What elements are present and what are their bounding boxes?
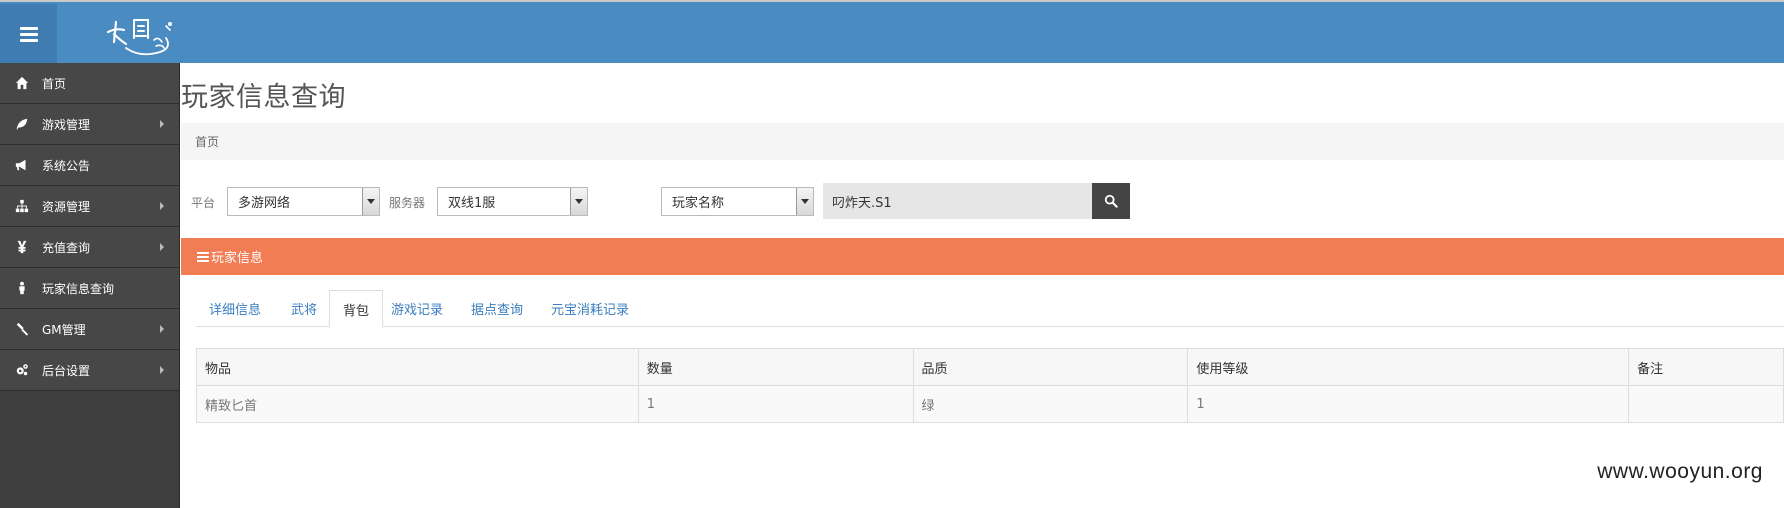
menu-toggle-button[interactable] bbox=[0, 4, 57, 63]
player-info-panel-header: 玩家信息 bbox=[181, 238, 1784, 275]
sidebar-item-gm-management[interactable]: GM管理 bbox=[0, 309, 179, 350]
main-content: 玩家信息查询 首页 平台 多游网络 服务器 双线1服 玩家名称 叼炸天.S1 玩… bbox=[181, 63, 1784, 508]
backpack-table: 物品 数量 品质 使用等级 备注 精致匕首 1 绿 1 bbox=[196, 348, 1784, 423]
calligraphy-logo-icon bbox=[106, 19, 172, 56]
yen-icon bbox=[14, 239, 30, 255]
chevron-right-icon bbox=[160, 120, 164, 128]
column-header: 使用等级 bbox=[1187, 348, 1630, 386]
platform-label: 平台 bbox=[191, 196, 216, 210]
tab-ingot-consumption[interactable]: 元宝消耗记录 bbox=[538, 290, 642, 327]
breadcrumb-home-link[interactable]: 首页 bbox=[195, 133, 219, 150]
sidebar-item-label: 资源管理 bbox=[42, 199, 91, 214]
sidebar-item-game-management[interactable]: 游戏管理 bbox=[0, 104, 179, 145]
table-cell-notes bbox=[1628, 385, 1784, 423]
tab-details[interactable]: 详细信息 bbox=[196, 290, 274, 327]
query-type-select-value: 玩家名称 bbox=[672, 196, 725, 211]
sidebar-item-recharge-query[interactable]: 充值查询 bbox=[0, 227, 179, 268]
player-info-tabs: 详细信息 武将 背包 游戏记录 据点查询 元宝消耗记录 bbox=[196, 290, 1784, 328]
sidebar-item-label: 玩家信息查询 bbox=[42, 281, 115, 296]
table-cell-item: 精致匕首 bbox=[196, 385, 639, 423]
column-header: 备注 bbox=[1628, 348, 1784, 386]
dropdown-arrow-icon[interactable] bbox=[362, 188, 379, 215]
gears-icon bbox=[14, 362, 30, 378]
sidebar-item-resource-management[interactable]: 资源管理 bbox=[0, 186, 179, 227]
dropdown-arrow-icon[interactable] bbox=[796, 188, 813, 215]
query-type-select[interactable]: 玩家名称 bbox=[661, 187, 814, 216]
sidebar: 首页 游戏管理 系统公告 资源管理 充值查询 玩家信息查询 GM管理 后台设置 bbox=[0, 63, 180, 508]
sidebar-item-home[interactable]: 首页 bbox=[0, 63, 179, 104]
server-label: 服务器 bbox=[389, 196, 426, 210]
breadcrumb: 首页 bbox=[181, 123, 1784, 160]
sidebar-item-player-info[interactable]: 玩家信息查询 bbox=[0, 268, 179, 309]
platform-select[interactable]: 多游网络 bbox=[227, 187, 380, 216]
column-header: 品质 bbox=[912, 348, 1189, 386]
tab-generals[interactable]: 武将 bbox=[278, 290, 330, 327]
server-select[interactable]: 双线1服 bbox=[437, 187, 588, 216]
server-select-value: 双线1服 bbox=[448, 196, 496, 211]
home-icon bbox=[14, 75, 30, 91]
table-cell-level: 1 bbox=[1187, 385, 1630, 423]
panel-title: 玩家信息 bbox=[211, 251, 264, 266]
sidebar-item-announcements[interactable]: 系统公告 bbox=[0, 145, 179, 186]
platform-select-value: 多游网络 bbox=[238, 196, 291, 211]
gavel-icon bbox=[14, 321, 30, 337]
watermark: www.wooyun.org bbox=[1597, 460, 1763, 483]
tab-stronghold-query[interactable]: 据点查询 bbox=[458, 290, 536, 327]
sidebar-item-label: 系统公告 bbox=[42, 158, 91, 173]
tab-game-records[interactable]: 游戏记录 bbox=[378, 290, 456, 327]
top-bar bbox=[0, 0, 1784, 63]
page-title: 玩家信息查询 bbox=[181, 82, 346, 113]
chevron-right-icon bbox=[160, 325, 164, 333]
user-icon bbox=[14, 280, 30, 296]
leaf-icon bbox=[14, 116, 30, 132]
hamburger-icon bbox=[19, 26, 38, 42]
sidebar-item-label: 后台设置 bbox=[42, 363, 91, 378]
player-name-input[interactable]: 叼炸天.S1 bbox=[823, 183, 1092, 219]
list-icon bbox=[197, 251, 209, 262]
tab-backpack[interactable]: 背包 bbox=[329, 290, 384, 328]
table-header-row: 物品 数量 品质 使用等级 备注 bbox=[196, 348, 1784, 386]
column-header: 数量 bbox=[637, 348, 914, 386]
sidebar-item-settings[interactable]: 后台设置 bbox=[0, 350, 179, 391]
chevron-right-icon bbox=[160, 202, 164, 210]
chevron-right-icon bbox=[160, 243, 164, 251]
chevron-right-icon bbox=[160, 366, 164, 374]
sidebar-item-label: GM管理 bbox=[42, 322, 86, 337]
sidebar-item-label: 首页 bbox=[42, 76, 67, 91]
search-button[interactable] bbox=[1092, 183, 1130, 219]
filter-row: 平台 多游网络 服务器 双线1服 玩家名称 叼炸天.S1 bbox=[181, 182, 1784, 219]
dropdown-arrow-icon[interactable] bbox=[570, 188, 587, 215]
bullhorn-icon bbox=[14, 157, 30, 173]
table-row: 精致匕首 1 绿 1 bbox=[196, 385, 1784, 423]
sidebar-item-label: 充值查询 bbox=[42, 240, 91, 255]
table-cell-quantity: 1 bbox=[637, 385, 914, 423]
player-name-input-value: 叼炸天.S1 bbox=[832, 195, 892, 211]
column-header: 物品 bbox=[196, 348, 639, 386]
table-cell-quality: 绿 bbox=[912, 385, 1189, 423]
sidebar-item-label: 游戏管理 bbox=[42, 117, 91, 132]
sitemap-icon bbox=[14, 198, 30, 214]
search-icon bbox=[1104, 194, 1118, 208]
